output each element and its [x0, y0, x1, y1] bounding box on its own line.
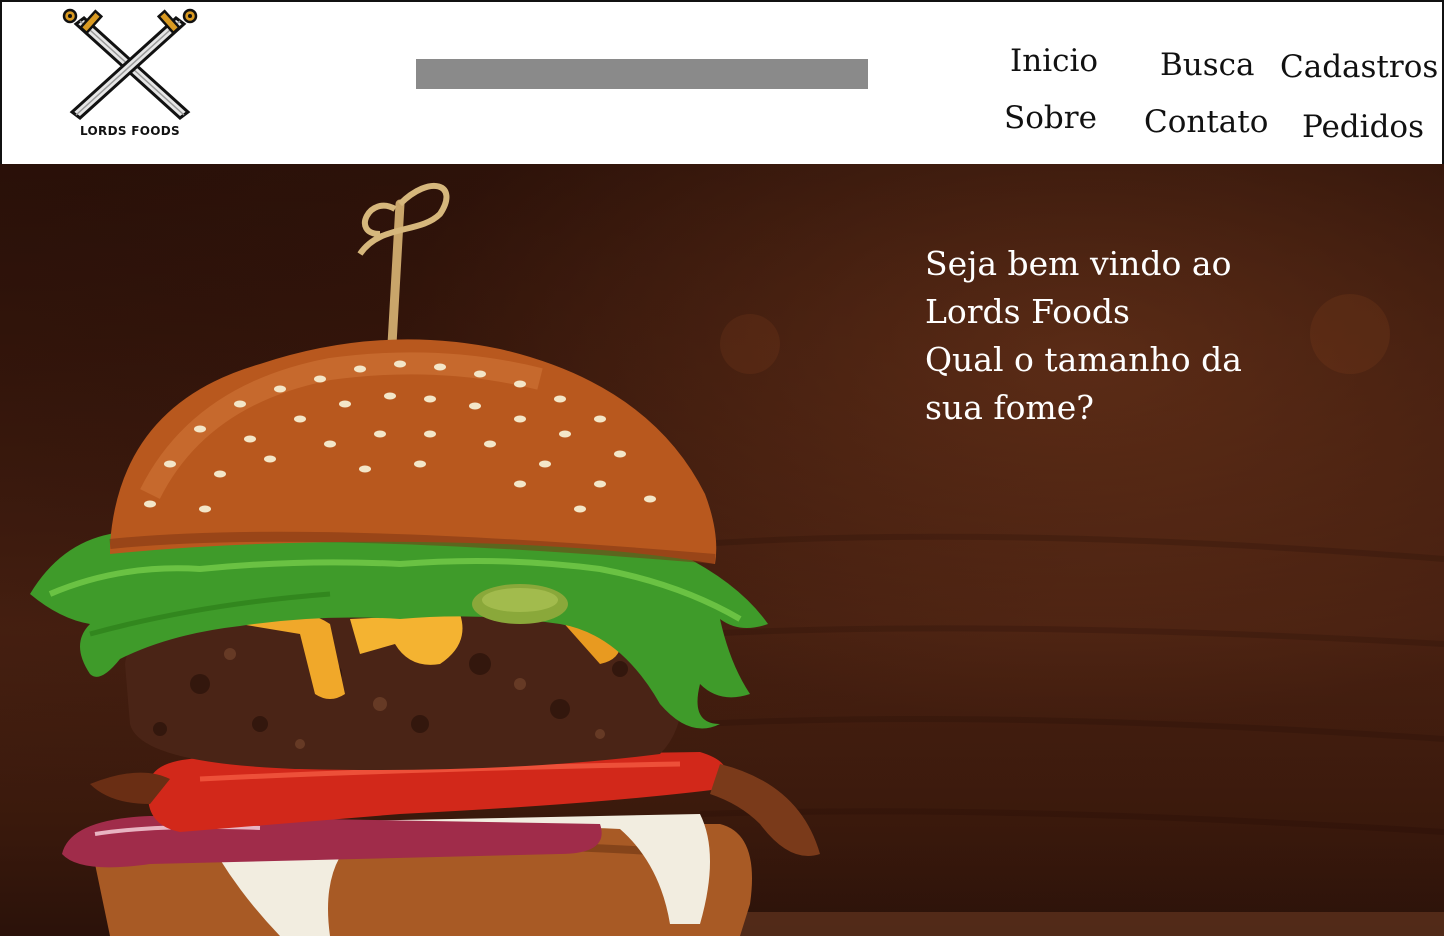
- nav-link-inicio[interactable]: Inicio: [1010, 46, 1098, 77]
- search-input[interactable]: [416, 59, 868, 89]
- brand-logo[interactable]: LORDS FOODS: [60, 8, 200, 144]
- hero-banner: Seja bem vindo ao Lords Foods Qual o tam…: [0, 164, 1444, 936]
- welcome-line: Qual o tamanho da: [925, 340, 1242, 379]
- crossed-swords-icon: [62, 8, 198, 120]
- nav-link-busca[interactable]: Busca: [1160, 50, 1255, 81]
- welcome-message: Seja bem vindo ao Lords Foods Qual o tam…: [925, 240, 1345, 432]
- welcome-line: Lords Foods: [925, 292, 1130, 331]
- nav-link-sobre[interactable]: Sobre: [1004, 103, 1097, 134]
- logo-text: LORDS FOODS: [80, 124, 180, 138]
- welcome-line: sua fome?: [925, 388, 1094, 427]
- burger-photo: [30, 183, 820, 936]
- nav-link-cadastros[interactable]: Cadastros: [1280, 52, 1438, 83]
- nav-link-pedidos[interactable]: Pedidos: [1302, 112, 1424, 143]
- site-header: LORDS FOODS Inicio Busca Cadastros Sobre…: [0, 0, 1444, 164]
- nav-link-contato[interactable]: Contato: [1144, 107, 1268, 138]
- welcome-line: Seja bem vindo ao: [925, 244, 1232, 283]
